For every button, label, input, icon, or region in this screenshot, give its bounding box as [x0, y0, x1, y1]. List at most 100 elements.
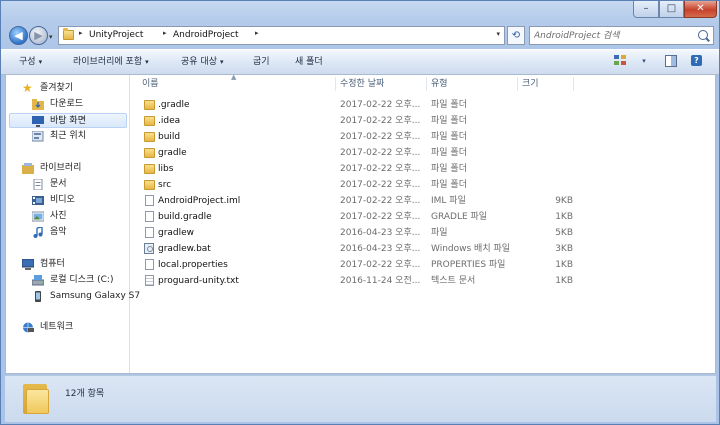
column-divider[interactable] [335, 77, 336, 91]
file-row[interactable]: build 2017-02-22 오후... 파일 폴더 [130, 129, 590, 145]
sidebar-item-label: 사진 [50, 211, 67, 221]
column-header-date[interactable]: 수정한 날짜 [340, 75, 384, 93]
file-row[interactable]: gradlew.bat 2016-04-23 오후... Windows 배치 파일… [130, 241, 590, 257]
pictures-icon [32, 211, 44, 222]
file-size: 3KB [555, 244, 573, 254]
recent-pages-dropdown[interactable]: ▾ [49, 33, 53, 41]
column-header-type[interactable]: 유형 [431, 75, 448, 93]
column-header-name[interactable]: 이름 [142, 75, 159, 93]
file-name: src [158, 180, 172, 190]
burn-button[interactable]: 굽기 [253, 55, 270, 69]
file-row[interactable]: libs 2017-02-22 오후... 파일 폴더 [130, 161, 590, 177]
folder-icon [144, 180, 155, 190]
documents-icon [33, 179, 43, 190]
file-row[interactable]: AndroidProject.iml 2017-02-22 오후... IML 파일… [130, 193, 590, 209]
file-row[interactable]: proguard-unity.txt 2016-11-24 오전... 텍스트 문서… [130, 273, 590, 289]
search-icon[interactable] [698, 30, 708, 40]
file-icon [145, 259, 154, 270]
help-icon[interactable]: ? [691, 55, 702, 66]
close-button[interactable]: ✕ [684, 1, 717, 18]
file-type: 파일 폴더 [431, 148, 467, 158]
chevron-down-icon: ▾ [145, 58, 149, 66]
breadcrumb-separator[interactable]: ▸ [79, 29, 83, 37]
file-name: .idea [158, 116, 181, 126]
change-view-icon[interactable] [614, 55, 626, 66]
file-date: 2017-02-22 오후... [340, 148, 421, 158]
file-size: 1KB [555, 276, 573, 286]
file-date: 2016-04-23 오후... [340, 244, 421, 254]
file-list[interactable]: 이름 ▲ 수정한 날짜 유형 크기 .gradle 2017-02-22 오후..… [130, 73, 715, 373]
folder-icon [63, 28, 74, 40]
local-disk-icon [32, 275, 44, 286]
search-box[interactable] [529, 26, 714, 45]
breadcrumb-separator[interactable]: ▸ [163, 29, 167, 37]
folder-icon [144, 164, 155, 174]
folder-icon [144, 100, 155, 110]
file-date: 2017-02-22 오후... [340, 212, 421, 222]
file-row[interactable]: gradle 2017-02-22 오후... 파일 폴더 [130, 145, 590, 161]
title-bar: – □ ✕ [1, 1, 719, 21]
view-dropdown[interactable]: ▾ [635, 54, 653, 69]
file-row[interactable]: src 2017-02-22 오후... 파일 폴더 [130, 177, 590, 193]
new-folder-button[interactable]: 새 폴더 [295, 55, 323, 69]
navigation-pane[interactable]: ★ 즐겨찾기 다운로드 바탕 화면 최근 위치 라이브러리 문서 비디오 사진 … [6, 75, 140, 373]
column-divider[interactable] [426, 77, 427, 91]
column-header-size[interactable]: 크기 [522, 75, 539, 93]
maximize-button[interactable]: □ [659, 1, 684, 18]
column-divider[interactable] [517, 77, 518, 91]
folder-icon [144, 148, 155, 158]
address-dropdown[interactable]: ▾ [496, 30, 500, 38]
main-content: ★ 즐겨찾기 다운로드 바탕 화면 최근 위치 라이브러리 문서 비디오 사진 … [5, 73, 716, 374]
forward-button[interactable]: ▶ [29, 26, 48, 45]
file-name: gradlew.bat [158, 244, 211, 254]
sidebar-item-desktop[interactable]: 바탕 화면 [9, 113, 127, 128]
file-name: .gradle [158, 100, 190, 110]
file-type: 파일 [431, 228, 448, 238]
file-row[interactable]: gradlew 2016-04-23 오후... 파일 5KB [130, 225, 590, 241]
breadcrumb-androidproject[interactable]: AndroidProject [173, 29, 239, 42]
organize-menu[interactable]: 구성 ▾ [19, 55, 42, 69]
sort-ascending-icon: ▲ [231, 73, 237, 81]
sidebar-item-label: 바탕 화면 [50, 116, 86, 126]
preview-pane-icon[interactable] [665, 55, 677, 67]
address-row: ◀ ▶ ▾ ▸ UnityProject ▸ AndroidProject ▸ … [1, 22, 719, 48]
file-row[interactable]: .idea 2017-02-22 오후... 파일 폴더 [130, 113, 590, 129]
search-input[interactable] [534, 28, 684, 43]
videos-icon [32, 196, 44, 205]
include-in-library-menu[interactable]: 라이브러리에 포함 ▾ [73, 55, 149, 69]
column-divider[interactable] [573, 77, 574, 91]
sidebar-item-label: 다운로드 [50, 99, 84, 109]
file-name: gradle [158, 148, 187, 158]
sidebar-item-label: 라이브러리 [40, 163, 82, 173]
file-date: 2017-02-22 오후... [340, 116, 421, 126]
file-size: 1KB [555, 260, 573, 270]
share-with-menu[interactable]: 공유 대상 ▾ [181, 55, 224, 69]
computer-icon [22, 259, 34, 270]
organize-label: 구성 [19, 57, 36, 67]
sidebar-item-label: 최근 위치 [50, 131, 86, 141]
phone-icon [35, 291, 41, 302]
chevron-down-icon: ▾ [219, 58, 224, 66]
sidebar-item-label: 네트워크 [40, 322, 74, 332]
music-icon [33, 227, 43, 238]
file-row[interactable]: .gradle 2017-02-22 오후... 파일 폴더 [130, 97, 590, 113]
address-bar[interactable]: ▸ UnityProject ▸ AndroidProject ▸ ▾ [58, 26, 505, 45]
file-row[interactable]: build.gradle 2017-02-22 오후... GRADLE 파일 1KB [130, 209, 590, 225]
file-row[interactable]: local.properties 2017-02-22 오후... PROPERTI… [130, 257, 590, 273]
file-name: gradlew [158, 228, 195, 238]
sidebar-item-label: 즐겨찾기 [40, 83, 74, 93]
file-date: 2016-04-23 오후... [340, 228, 421, 238]
refresh-button[interactable]: ⟲ [507, 26, 525, 45]
file-date: 2017-02-22 오후... [340, 180, 421, 190]
file-icon [145, 227, 154, 238]
folder-icon [144, 116, 155, 126]
file-type: 파일 폴더 [431, 132, 467, 142]
file-icon [145, 211, 154, 222]
batch-file-icon [144, 243, 154, 254]
file-date: 2017-02-22 오후... [340, 164, 421, 174]
back-button[interactable]: ◀ [9, 26, 28, 45]
breadcrumb-unityproject[interactable]: UnityProject [89, 29, 143, 42]
minimize-button[interactable]: – [633, 1, 659, 18]
sidebar-item-label: 비디오 [50, 195, 75, 205]
breadcrumb-separator[interactable]: ▸ [255, 29, 259, 37]
